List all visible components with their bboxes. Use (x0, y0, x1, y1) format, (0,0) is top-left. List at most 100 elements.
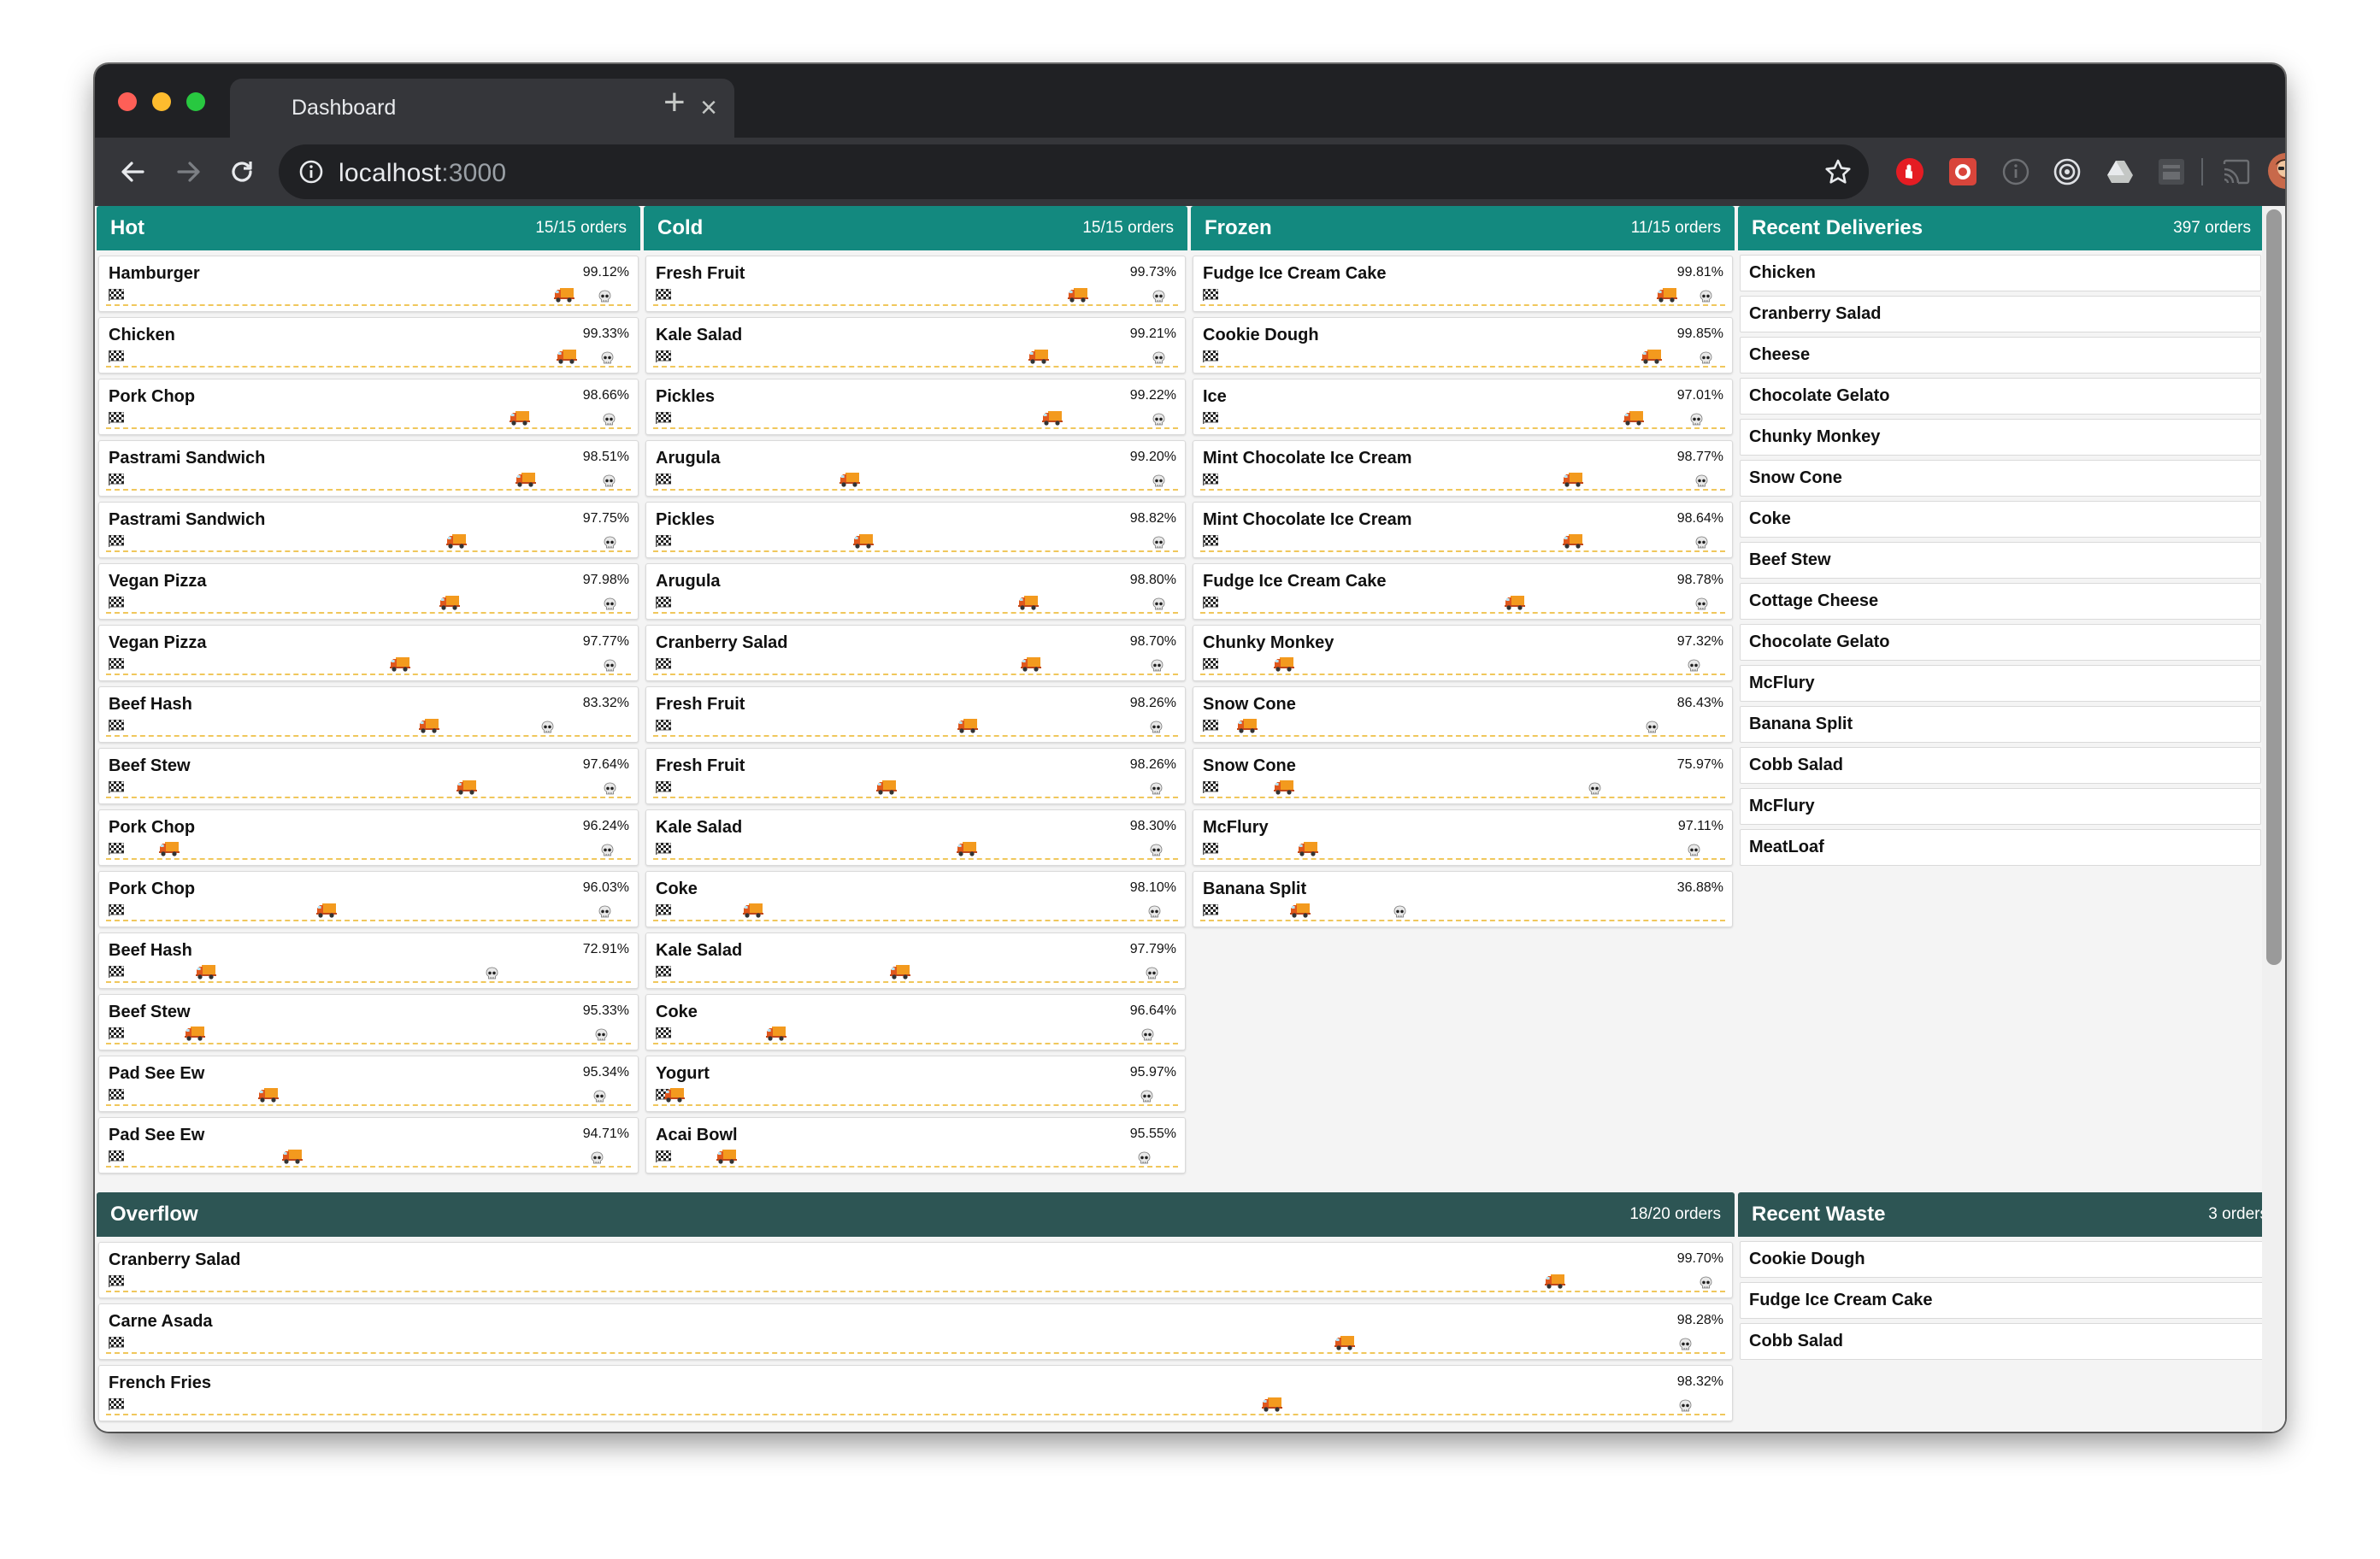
order-card[interactable]: Mint Chocolate Ice Cream 98.64% (1193, 502, 1733, 558)
order-card[interactable]: Kale Salad 98.30% (645, 809, 1186, 866)
order-card[interactable]: Mint Chocolate Ice Cream 98.77% (1193, 440, 1733, 497)
list-item[interactable]: MeatLoaf (1740, 829, 2261, 866)
list-item[interactable]: Cottage Cheese (1740, 583, 2261, 620)
order-name: Snow Cone (1203, 756, 1296, 775)
order-card[interactable]: Snow Cone 86.43% (1193, 686, 1733, 743)
order-card[interactable]: Pork Chop 98.66% (98, 379, 639, 435)
order-card[interactable]: Beef Hash 72.91% (98, 932, 639, 989)
order-card[interactable]: Fresh Fruit 98.26% (645, 748, 1186, 804)
checkered-flag-icon (109, 904, 124, 916)
order-percentage: 97.32% (1676, 634, 1723, 649)
list-item[interactable]: Banana Split (1740, 706, 2261, 743)
order-card[interactable]: French Fries 98.32% (98, 1365, 1733, 1421)
order-card[interactable]: Pad See Ew 95.34% (98, 1056, 639, 1112)
order-card[interactable]: Arugula 99.20% (645, 440, 1186, 497)
order-card[interactable]: Beef Stew 95.33% (98, 994, 639, 1050)
order-card[interactable]: Fresh Fruit 98.26% (645, 686, 1186, 743)
order-card[interactable]: Pork Chop 96.03% (98, 871, 639, 927)
back-arrow-icon[interactable] (115, 155, 150, 189)
order-card[interactable]: Fudge Ice Cream Cake 98.78% (1193, 563, 1733, 620)
order-card[interactable]: Fudge Ice Cream Cake 99.81% (1193, 256, 1733, 312)
delivery-track (1200, 427, 1725, 429)
order-card[interactable]: Coke 96.64% (645, 994, 1186, 1050)
order-card[interactable]: Vegan Pizza 97.98% (98, 563, 639, 620)
order-card[interactable]: Kale Salad 97.79% (645, 932, 1186, 989)
reload-icon[interactable] (225, 155, 259, 189)
order-card[interactable]: Coke 98.10% (645, 871, 1186, 927)
minimize-window-button[interactable] (152, 92, 171, 111)
order-card[interactable]: Hamburger 99.12% (98, 256, 639, 312)
list-item[interactable]: Cobb Salad (1740, 747, 2261, 784)
order-card[interactable]: Chunky Monkey 97.32% (1193, 625, 1733, 681)
order-card[interactable]: Cookie Dough 99.85% (1193, 317, 1733, 374)
bookmark-star-icon[interactable] (1823, 156, 1853, 187)
order-card[interactable]: Pork Chop 96.24% (98, 809, 639, 866)
extension-stop-icon[interactable] (1895, 157, 1924, 186)
order-card[interactable]: Pastrami Sandwich 97.75% (98, 502, 639, 558)
order-card[interactable]: Carne Asada 98.28% (98, 1303, 1733, 1360)
order-percentage: 97.79% (1129, 942, 1176, 956)
list-item[interactable]: Coke (1740, 501, 2261, 538)
list-item[interactable]: Snow Cone (1740, 460, 2261, 497)
checkered-flag-icon (1203, 412, 1218, 424)
order-card[interactable]: Snow Cone 75.97% (1193, 748, 1733, 804)
order-card[interactable]: Fresh Fruit 99.73% (645, 256, 1186, 312)
list-item[interactable]: Fudge Ice Cream Cake (1740, 1282, 2278, 1319)
new-tab-button[interactable]: + (663, 81, 686, 124)
order-card[interactable]: Cranberry Salad 99.70% (98, 1242, 1733, 1298)
list-item[interactable]: Chunky Monkey (1740, 419, 2261, 456)
skull-icon (1690, 413, 1703, 426)
order-card[interactable]: Pastrami Sandwich 98.51% (98, 440, 639, 497)
order-card[interactable]: Banana Split 36.88% (1193, 871, 1733, 927)
order-card[interactable]: Pickles 98.82% (645, 502, 1186, 558)
forward-arrow-icon[interactable] (172, 155, 206, 189)
close-window-button[interactable] (118, 92, 137, 111)
cast-icon[interactable] (2222, 157, 2251, 186)
delivery-track (653, 550, 1178, 552)
info-icon[interactable] (298, 158, 325, 185)
delivery-truck-icon (1334, 1336, 1355, 1350)
extension-red-icon[interactable] (1948, 157, 1977, 186)
extension-info-icon[interactable] (2001, 157, 2030, 186)
address-bar[interactable]: localhost:3000 (279, 144, 1869, 199)
order-card[interactable]: Chicken 99.33% (98, 317, 639, 374)
list-item[interactable]: Cranberry Salad (1740, 296, 2261, 332)
extension-box-icon[interactable] (2157, 157, 2186, 186)
close-tab-icon[interactable]: × (700, 91, 717, 125)
panel-hot: Hot 15/15 orders Hamburger 99.12% Chicken 9… (97, 206, 640, 1179)
list-item[interactable]: Chicken (1740, 255, 2261, 291)
list-item[interactable]: Chocolate Gelato (1740, 378, 2261, 415)
order-card[interactable]: Beef Stew 97.64% (98, 748, 639, 804)
order-card[interactable]: Pad See Ew 94.71% (98, 1117, 639, 1174)
order-card[interactable]: Vegan Pizza 97.77% (98, 625, 639, 681)
checkered-flag-icon (1203, 658, 1218, 670)
delivery-truck-icon (515, 473, 537, 487)
list-item[interactable]: McFlury (1740, 665, 2261, 702)
order-card[interactable]: McFlury 97.11% (1193, 809, 1733, 866)
panel-header: Overflow 18/20 orders (97, 1192, 1735, 1237)
profile-avatar[interactable] (2268, 153, 2285, 189)
list-item[interactable]: Chocolate Gelato (1740, 624, 2261, 661)
order-card[interactable]: Acai Bowl 95.55% (645, 1117, 1186, 1174)
url-text[interactable]: localhost:3000 (339, 159, 506, 188)
maximize-window-button[interactable] (186, 92, 205, 111)
list-item[interactable]: Beef Stew (1740, 542, 2261, 579)
order-card[interactable]: Pickles 99.22% (645, 379, 1186, 435)
list-item[interactable]: McFlury (1740, 788, 2261, 825)
order-card[interactable]: Cranberry Salad 98.70% (645, 625, 1186, 681)
extension-drive-icon[interactable] (2106, 157, 2135, 186)
order-card[interactable]: Arugula 98.80% (645, 563, 1186, 620)
scrollbar-thumb[interactable] (2266, 209, 2282, 965)
extension-target-icon[interactable] (2053, 157, 2082, 186)
order-card[interactable]: Beef Hash 83.32% (98, 686, 639, 743)
list-item[interactable]: Cobb Salad (1740, 1323, 2278, 1360)
order-percentage: 98.10% (1129, 880, 1176, 895)
order-card[interactable]: Kale Salad 99.21% (645, 317, 1186, 374)
skull-icon (1152, 474, 1165, 487)
list-item[interactable]: Cookie Dough (1740, 1241, 2278, 1278)
toolbar-divider (2201, 158, 2203, 185)
list-item[interactable]: Cheese (1740, 337, 2261, 374)
order-card[interactable]: Ice 97.01% (1193, 379, 1733, 435)
tab-dashboard[interactable]: Dashboard × (230, 79, 734, 138)
order-card[interactable]: Yogurt 95.97% (645, 1056, 1186, 1112)
